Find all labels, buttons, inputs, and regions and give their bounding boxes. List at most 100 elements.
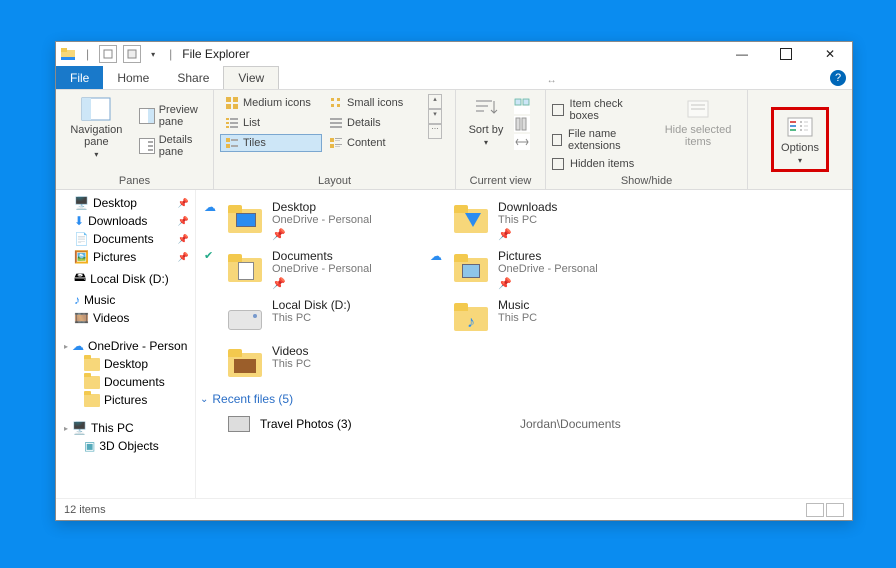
view-thumbnails-toggle[interactable] <box>826 503 844 517</box>
sync-cloud-icon: ☁ <box>204 200 218 214</box>
content-icon <box>329 136 343 150</box>
nav-od-pictures[interactable]: Pictures <box>56 391 195 409</box>
ribbon-collapse-icon[interactable]: ↔ <box>547 75 557 86</box>
pictures-folder-icon <box>454 254 488 282</box>
pc-icon: 🖥️ <box>72 421 87 435</box>
status-bar: 12 items <box>56 498 852 520</box>
nav-music[interactable]: ♪Music <box>56 291 195 309</box>
nav-pictures[interactable]: 🖼️Pictures📌 <box>56 248 195 266</box>
desktop-icon: 🖥️ <box>74 196 89 210</box>
layout-content[interactable]: Content <box>324 134 426 152</box>
layout-tiles[interactable]: Tiles <box>220 134 322 152</box>
pin-icon: 📌 <box>498 277 598 290</box>
ribbon-tabs: File Home Share View ↔ ? <box>56 66 852 90</box>
maximize-button[interactable] <box>764 42 808 66</box>
details-pane-button[interactable]: Details pane <box>135 132 207 160</box>
small-icons-icon <box>329 96 343 110</box>
nav-documents[interactable]: 📄Documents📌 <box>56 230 195 248</box>
ribbon-group-panes: Navigation pane ▾ Preview pane Details p… <box>56 90 214 189</box>
tile-downloads[interactable]: DownloadsThis PC📌 <box>424 196 650 245</box>
pin-icon: 📌 <box>272 228 372 241</box>
desktop-folder-icon <box>228 205 262 233</box>
options-button[interactable]: Options ▾ <box>776 112 824 167</box>
ribbon-group-show-hide: Item check boxes File name extensions Hi… <box>546 90 748 189</box>
file-explorer-window: | ▾ | File Explorer — ✕ File Home Share … <box>55 41 853 521</box>
document-icon: 📄 <box>74 232 89 246</box>
layout-scroll[interactable]: ▴▾⋯ <box>428 94 442 152</box>
picture-icon: 🖼️ <box>74 250 89 264</box>
nav-onedrive[interactable]: ▸☁OneDrive - Person <box>56 337 195 355</box>
drive-icon: 🖴 <box>74 268 86 289</box>
chevron-down-icon: ⌄ <box>200 394 208 405</box>
layout-medium-icons[interactable]: Medium icons <box>220 94 322 112</box>
recent-file-item[interactable]: Travel Photos (3) Jordan\Documents <box>198 412 842 436</box>
download-icon: ⬇ <box>74 214 84 228</box>
nav-this-pc[interactable]: ▸🖥️This PC <box>56 419 195 437</box>
tab-home[interactable]: Home <box>103 66 163 89</box>
tile-desktop[interactable]: ☁ DesktopOneDrive - Personal📌 <box>198 196 424 245</box>
tiles-icon <box>225 136 239 150</box>
tab-share[interactable]: Share <box>163 66 223 89</box>
preview-pane-button[interactable]: Preview pane <box>135 102 207 130</box>
body: 🖥️Desktop📌 ⬇Downloads📌 📄Documents📌 🖼️Pic… <box>56 190 852 498</box>
sort-by-button[interactable]: Sort by ▾ <box>462 94 510 149</box>
titlebar: | ▾ | File Explorer — ✕ <box>56 42 852 66</box>
explorer-icon <box>60 46 76 62</box>
tile-music[interactable]: ♪ MusicThis PC <box>424 294 650 340</box>
folder-icon <box>84 358 100 371</box>
nav-desktop[interactable]: 🖥️Desktop📌 <box>56 194 195 212</box>
video-icon: 🎞️ <box>74 311 89 325</box>
ribbon-group-current-view: Sort by ▾ Current view <box>456 90 546 189</box>
layout-small-icons[interactable]: Small icons <box>324 94 426 112</box>
pin-icon: 📌 <box>498 228 557 241</box>
window-title: File Explorer <box>182 47 249 61</box>
nav-3d-objects[interactable]: ▣3D Objects <box>56 437 195 455</box>
hide-selected-label: Hide selected items <box>659 124 737 148</box>
folder-icon <box>84 376 100 389</box>
nav-od-documents[interactable]: Documents <box>56 373 195 391</box>
hidden-items-checkbox[interactable]: Hidden items <box>552 158 651 170</box>
tile-videos[interactable]: VideosThis PC <box>198 340 424 386</box>
ribbon-group-options: Options ▾ <box>748 90 852 189</box>
tab-file[interactable]: File <box>56 66 103 89</box>
content-area: ☁ DesktopOneDrive - Personal📌 DownloadsT… <box>196 190 852 498</box>
3d-icon: ▣ <box>84 439 95 453</box>
layout-details[interactable]: Details <box>324 114 426 132</box>
pin-icon: 📌 <box>272 277 372 290</box>
tile-local-disk[interactable]: Local Disk (D:)This PC <box>198 294 424 340</box>
size-columns-icon[interactable] <box>514 134 530 150</box>
close-button[interactable]: ✕ <box>808 42 852 66</box>
file-name-extensions-checkbox[interactable]: File name extensions <box>552 128 651 152</box>
nav-local-disk[interactable]: 🖴Local Disk (D:) <box>56 266 195 291</box>
tab-view[interactable]: View <box>223 66 279 89</box>
group-by-icon[interactable] <box>514 98 530 114</box>
details-icon <box>329 116 343 130</box>
view-details-toggle[interactable] <box>806 503 824 517</box>
music-folder-icon: ♪ <box>454 303 488 331</box>
nav-od-desktop[interactable]: Desktop <box>56 355 195 373</box>
nav-downloads[interactable]: ⬇Downloads📌 <box>56 212 195 230</box>
music-icon: ♪ <box>74 293 80 307</box>
tile-documents[interactable]: ✔ DocumentsOneDrive - Personal📌 <box>198 245 424 294</box>
videos-folder-icon <box>228 349 262 377</box>
hide-selected-items-button[interactable]: Hide selected items <box>655 94 741 150</box>
qat-dropdown-icon[interactable]: ▾ <box>147 50 159 59</box>
add-columns-icon[interactable] <box>514 116 530 132</box>
nav-videos[interactable]: 🎞️Videos <box>56 309 195 327</box>
navigation-pane-button[interactable]: Navigation pane ▾ <box>62 94 131 161</box>
help-icon[interactable]: ? <box>830 70 846 86</box>
recent-files-header[interactable]: ⌄ Recent files (5) <box>198 386 842 412</box>
cloud-icon: ☁ <box>72 339 84 353</box>
documents-folder-icon <box>228 254 262 282</box>
qat-new-folder-icon[interactable] <box>123 45 141 63</box>
qat-properties-icon[interactable] <box>99 45 117 63</box>
folder-icon <box>84 394 100 407</box>
image-file-icon <box>228 416 250 432</box>
item-check-boxes-checkbox[interactable]: Item check boxes <box>552 98 651 122</box>
tile-pictures[interactable]: ☁ PicturesOneDrive - Personal📌 <box>424 245 650 294</box>
navigation-pane-label: Navigation pane <box>66 124 127 148</box>
minimize-button[interactable]: — <box>720 42 764 66</box>
tiles-view: ☁ DesktopOneDrive - Personal📌 DownloadsT… <box>198 196 842 386</box>
layout-list[interactable]: List <box>220 114 322 132</box>
options-label: Options <box>781 142 819 154</box>
